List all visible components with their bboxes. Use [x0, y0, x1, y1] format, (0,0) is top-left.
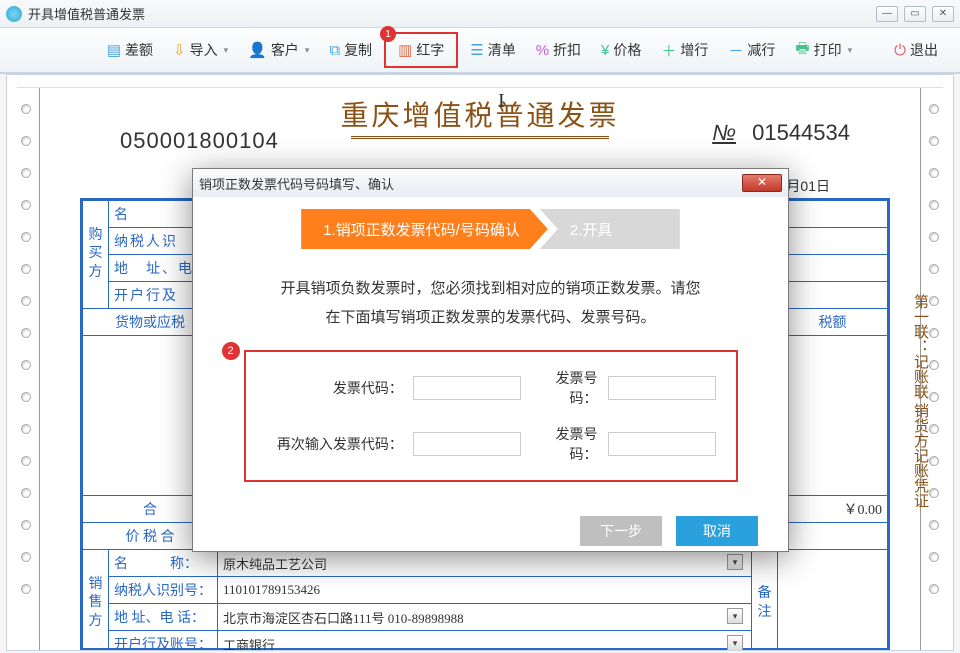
step-1-active: 1.销项正数发票代码/号码确认 [301, 209, 548, 249]
invoice-number2-label: 发票号码： [531, 424, 598, 464]
invoice-number-input[interactable] [608, 376, 716, 400]
dialog-title-text: 销项正数发票代码号码填写、确认 [199, 174, 394, 193]
dialog-instruction: 开具销项负数发票时，您必须找到相对应的销项正数发票。请您 在下面填写销项正数发票… [213, 275, 768, 332]
dialog-steps: 1.销项正数发票代码/号码确认 2.开具 [213, 209, 768, 249]
cancel-button[interactable]: 取消 [676, 516, 758, 546]
dialog-instruction-line2: 在下面填写销项正数发票的发票代码、发票号码。 [213, 304, 768, 333]
next-button[interactable]: 下一步 [580, 516, 662, 546]
dialog-actions: 下一步 取消 [213, 516, 768, 546]
invoice-number-label: 发票号码： [531, 368, 598, 408]
red-invoice-dialog: 销项正数发票代码号码填写、确认 ✕ 1.销项正数发票代码/号码确认 2.开具 开… [192, 168, 789, 552]
invoice-code-label: 发票代码： [266, 378, 403, 398]
invoice-code2-input[interactable] [413, 432, 521, 456]
dialog-input-grid: 2 发票代码： 发票号码： 再次输入发票代码： 发票号码： [244, 350, 738, 482]
invoice-code-input[interactable] [413, 376, 521, 400]
annotation-badge-2: 2 [222, 342, 240, 360]
dialog-titlebar: 销项正数发票代码号码填写、确认 ✕ [193, 169, 788, 197]
step-2-inactive: 2.开具 [540, 209, 680, 249]
dialog-close-button[interactable]: ✕ [742, 174, 782, 192]
dialog-instruction-line1: 开具销项负数发票时，您必须找到相对应的销项正数发票。请您 [213, 275, 768, 304]
invoice-number2-input[interactable] [608, 432, 716, 456]
invoice-code2-label: 再次输入发票代码： [266, 434, 403, 454]
